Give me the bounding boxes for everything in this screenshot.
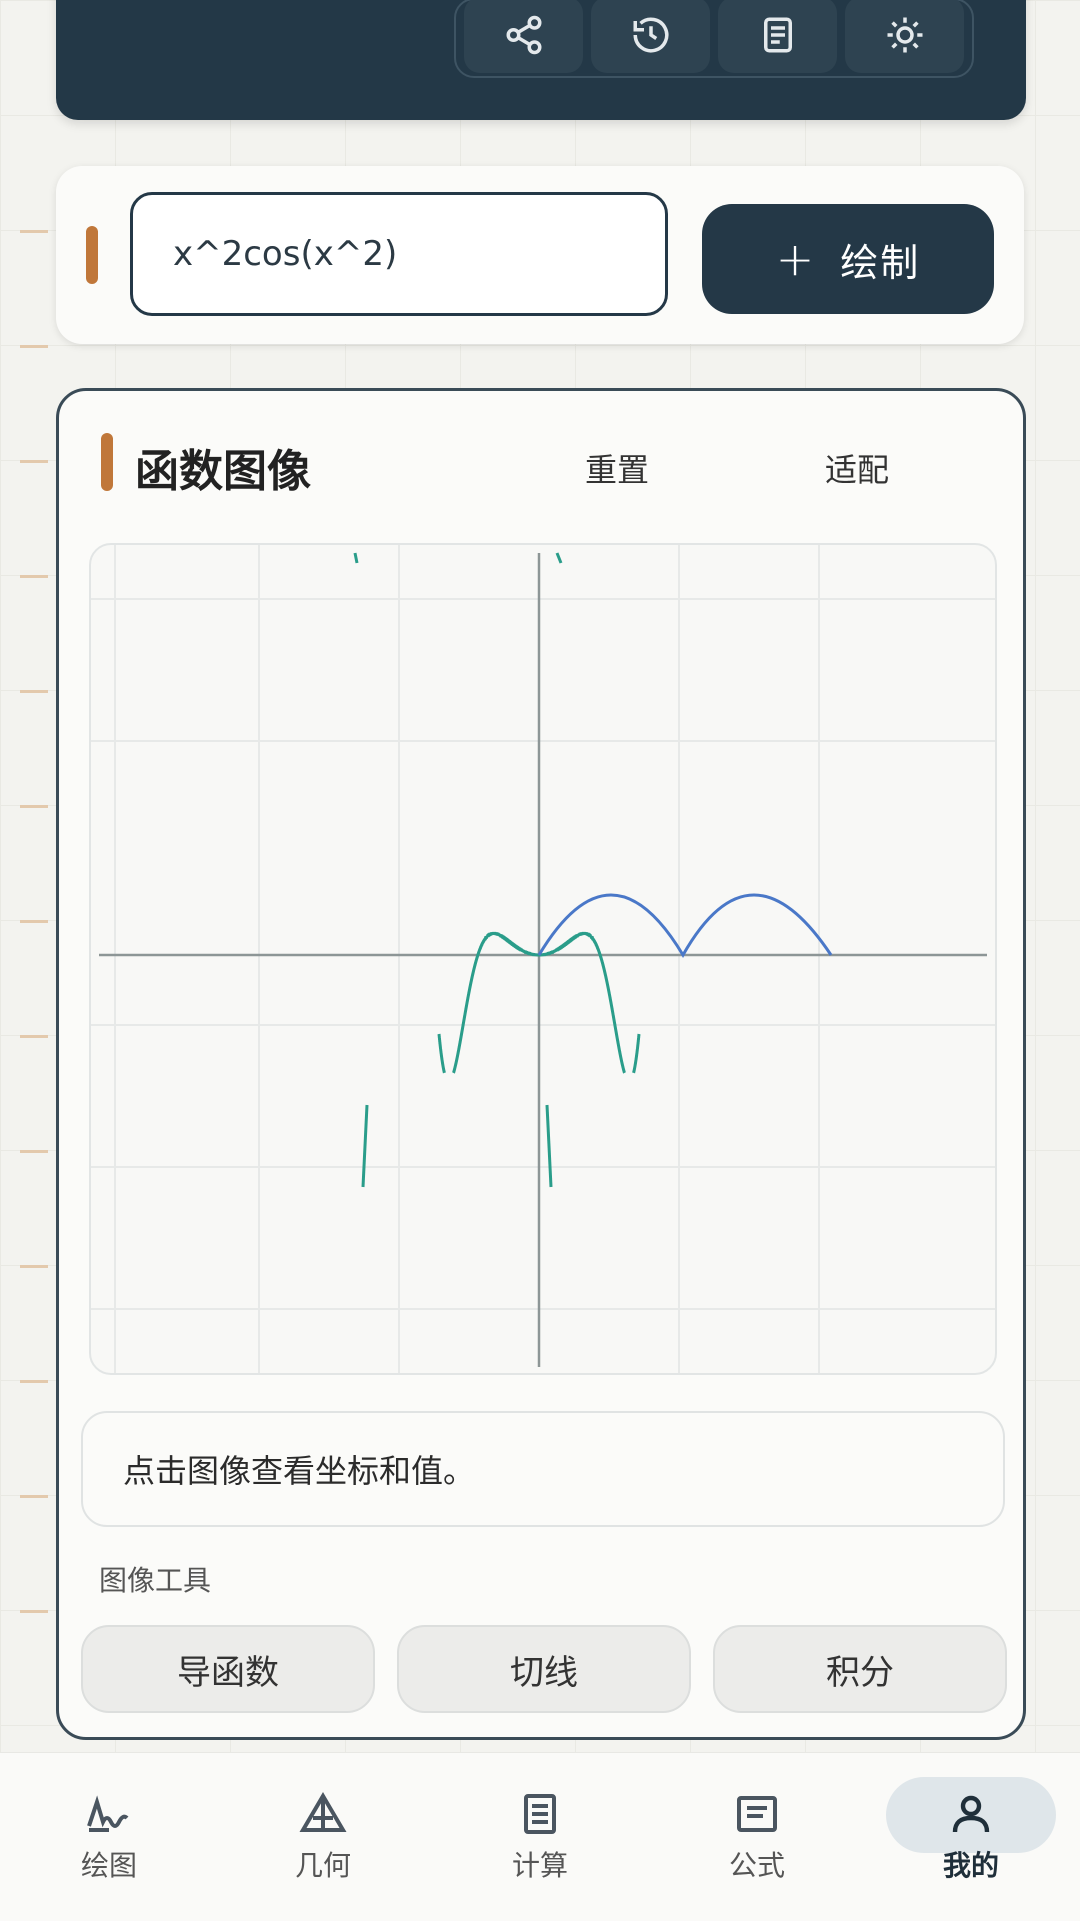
graph-card: 函数图像 重置 适配 点击图像查看坐标和值。 图像工具 导函数 切线 积分 [56,388,1026,1740]
axes [99,553,987,1367]
integral-button[interactable]: 积分 [713,1625,1007,1713]
series-fragment [555,552,563,564]
settings-button[interactable] [845,0,964,73]
plot-button[interactable]: + 绘制 [702,204,994,314]
nav-item-calculate[interactable]: 计算 [455,1753,625,1921]
tangent-button[interactable]: 切线 [397,1625,691,1713]
series-fragment [545,1104,553,1188]
ruler-ticks [20,0,50,1760]
grid-lines [91,545,995,1373]
derivative-button[interactable]: 导函数 [81,1625,375,1713]
graph-title: 函数图像 [135,446,311,497]
accent-bar [86,226,98,284]
settings-icon [887,17,922,53]
geometry-icon [299,1792,347,1832]
series-fragment [361,1104,369,1188]
share-icon [506,15,541,55]
expression-input[interactable] [130,192,668,316]
function-plot[interactable] [91,545,995,1373]
profile-icon [952,1795,990,1833]
series-x2cos-fragments [353,552,563,1188]
top-bar [56,0,1026,120]
history-button[interactable] [591,0,710,73]
document-button[interactable] [718,0,837,73]
nav-label-plot: 绘图 [80,1849,137,1882]
plot-area[interactable] [89,543,997,1375]
nav-label-geometry: 几何 [294,1849,351,1882]
series-blue-curve [537,893,833,958]
nav-item-profile[interactable]: 我的 [886,1753,1056,1921]
expression-card: + 绘制 [56,166,1024,344]
plot-button-label: 绘制 [840,240,921,285]
share-button[interactable] [464,0,583,73]
bottom-nav: 绘图 几何 计算 公式 我的 [0,1752,1080,1921]
tools-label: 图像工具 [99,1564,212,1597]
toolbar-group [454,0,974,78]
info-box: 点击图像查看坐标和值。 [81,1411,1005,1527]
accent-bar [101,433,113,491]
nav-label-formula: 公式 [728,1849,785,1882]
nav-item-plot[interactable]: 绘图 [24,1753,194,1921]
history-icon [633,17,668,53]
nav-item-geometry[interactable]: 几何 [238,1753,408,1921]
calculate-icon [524,1794,556,1834]
nav-label-calculate: 计算 [511,1849,568,1882]
nav-item-formula[interactable]: 公式 [672,1753,842,1921]
plus-icon: + [775,232,817,286]
document-icon [763,17,792,53]
formula-icon [737,1796,777,1832]
reset-button[interactable]: 重置 [585,445,649,491]
plot-icon [87,1795,129,1832]
nav-label-profile: 我的 [942,1849,999,1882]
series-fragment [353,552,359,564]
fit-button[interactable]: 适配 [825,445,889,491]
